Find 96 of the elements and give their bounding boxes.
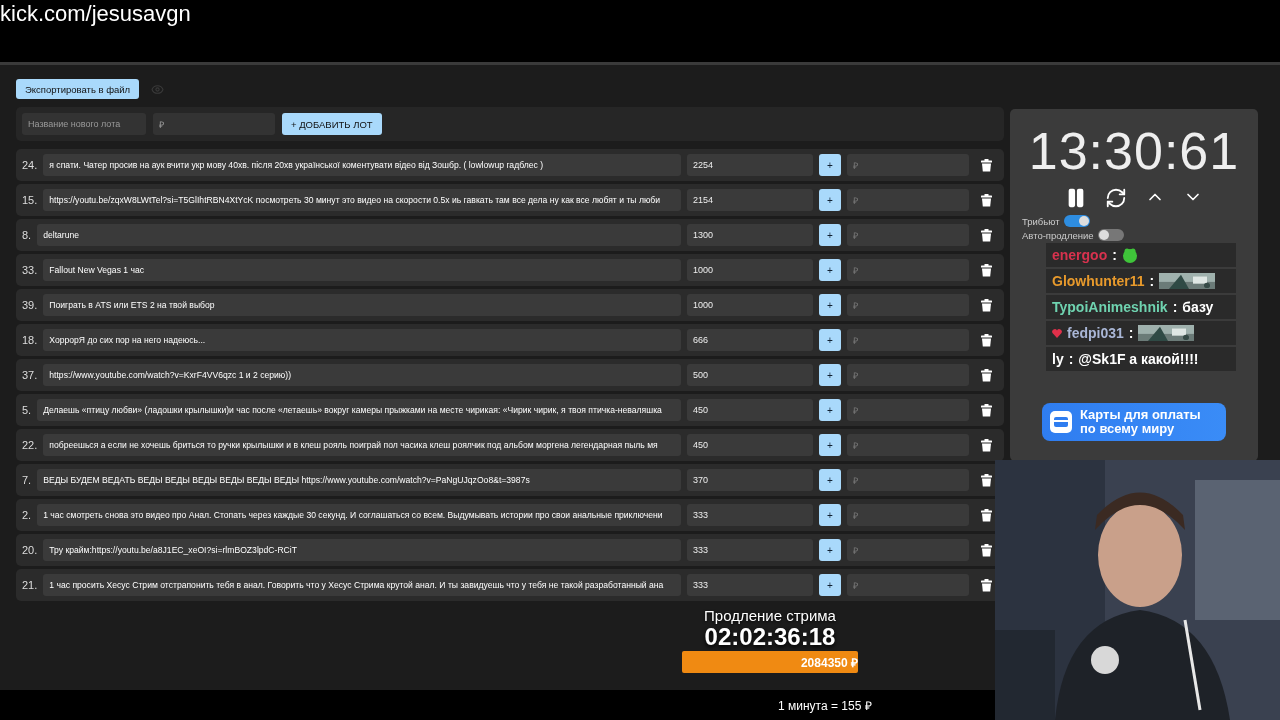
add-amount-button[interactable]: + (819, 574, 841, 596)
amount-field[interactable]: 450 (687, 399, 813, 421)
chat-username: fedpi031 (1067, 325, 1124, 341)
lot-number: 24. (22, 159, 38, 171)
add-amount-button[interactable]: + (819, 224, 841, 246)
add-amount-button[interactable]: + (819, 434, 841, 456)
chat-username: energoo (1052, 247, 1108, 263)
trash-icon (981, 193, 992, 207)
add-amount-button[interactable]: + (819, 364, 841, 386)
ad-banner[interactable]: Карты для оплаты по всему миру (1042, 403, 1226, 441)
trash-icon (981, 438, 992, 452)
amount-field[interactable]: 450 (687, 434, 813, 456)
lot-number: 22. (22, 439, 38, 451)
add-amount-button[interactable]: + (819, 504, 841, 526)
amount-field[interactable]: 1300 (687, 224, 813, 246)
lot-title-field[interactable]: https://www.youtube.com/watch?v=KxrF4VV6qzc 1 и 2 серию)) (43, 364, 681, 386)
extension-title: Продление стрима (704, 607, 836, 624)
lot-number: 5. (22, 404, 32, 416)
lot-title-field[interactable]: побреешься а если не хочешь бриться то ручки крылышки и в клеш рояль поиграй пол часика клеш роялчик под альбом моргена легендарная пыль мя (43, 434, 681, 456)
toggle-label: Авто-продление (1022, 229, 1094, 241)
lot-title-field[interactable]: 1 час смотреть снова это видео про Анал. Стопать через каждые 30 секунд. И соглашаться со всем. Выдумывать истории про свои анальные приключени (37, 504, 681, 526)
amount-field[interactable]: 2154 (687, 189, 813, 211)
add-amount-button[interactable]: + (819, 259, 841, 281)
trash-icon (981, 578, 992, 592)
lot-number: 2. (22, 509, 32, 521)
add-amount-button[interactable]: + (819, 294, 841, 316)
add-amount-button[interactable]: + (819, 539, 841, 561)
lot-title-field[interactable]: Делаешь «птицу любви» (ладошки крылышки)и час после «летаешь» вокруг камеры прыжками на месте чирикая: «Чирик чирик, я твоя птичка-неваляшка (37, 399, 681, 421)
trash-icon (981, 508, 992, 522)
lot-number: 33. (22, 264, 38, 276)
rate-text: 1 минута = 155 ₽ (778, 697, 872, 714)
extension-timer: 02:02:36:18 (704, 624, 836, 650)
toggle-switch[interactable] (1097, 229, 1124, 241)
trash-icon (981, 158, 992, 172)
reset-button[interactable] (1105, 187, 1127, 209)
lot-title-field[interactable]: Тру крайм:https://youtu.be/a8J1EC_xeOI?si=rlmBOZ3lpdC-RCiT (43, 539, 681, 561)
toggle-label: Трибьют (1022, 215, 1060, 227)
chat-text: @Sk1F а какой!!!! (1078, 351, 1199, 367)
lot-title-field[interactable]: 1 час просить Хесус Стрим отстрапонить тебя в анал. Говорить что у Хесус Стрима крутой анал. И ты завидуешь что у тебя не такой разработанный ана (43, 574, 681, 596)
add-lot-button[interactable]: + ДОБАВИТЬ ЛОТ (282, 113, 382, 135)
total-bar: 2084350 ₽ (682, 651, 858, 673)
trash-icon (981, 228, 992, 242)
chat-separator: : (1149, 273, 1155, 289)
price-field[interactable]: ₽ (153, 113, 275, 135)
lot-name-field[interactable]: Название нового лота (22, 113, 146, 135)
lot-number: 15. (22, 194, 38, 206)
chat-username: Glowhunter11 (1052, 273, 1145, 289)
lot-title-field[interactable]: ВЕДЫ БУДЕМ ВЕДАТЬ ВЕДЫ ВЕДЫ ВЕДЫ ВЕДЫ ВЕДЫ ВЕДЫ https://www.youtube.com/watch?v=PaNgUJqzOo8&t=3987s (37, 469, 681, 491)
lot-title-field[interactable]: deltarune (37, 224, 681, 246)
amount-field[interactable]: 500 (687, 364, 813, 386)
add-amount-button[interactable]: + (819, 469, 841, 491)
lot-title-field[interactable]: Fallout New Vegas 1 час (43, 259, 681, 281)
chat-separator: : (1112, 247, 1117, 263)
add-amount-button[interactable]: + (819, 329, 841, 351)
lot-number: 7. (22, 474, 32, 486)
frog-emote-icon (1121, 247, 1138, 263)
trash-icon (981, 403, 992, 417)
chat-text: базу (1182, 299, 1214, 315)
trash-icon (981, 473, 992, 487)
trash-icon (981, 333, 992, 347)
export-button[interactable]: Экспортировать в файл (16, 79, 140, 99)
lot-number: 18. (22, 334, 38, 346)
lot-number: 21. (22, 579, 38, 591)
chat-username: ly (1052, 351, 1064, 367)
chat-separator: : (1068, 351, 1074, 367)
trash-icon (981, 368, 992, 382)
add-amount-button[interactable]: + (819, 154, 841, 176)
lot-number: 37. (22, 369, 38, 381)
chat-separator: : (1128, 325, 1134, 341)
trash-icon (981, 263, 992, 277)
amount-field[interactable]: 2254 (687, 154, 813, 176)
amount-field[interactable]: 333 (687, 539, 813, 561)
lot-number: 8. (22, 229, 32, 241)
timer: 13:30:61 (1028, 121, 1240, 181)
add-amount-button[interactable]: + (819, 189, 841, 211)
chat-separator: : (1172, 299, 1178, 315)
lot-title-field[interactable]: ХоррорЯ до сих пор на него надеюсь... (43, 329, 681, 351)
channel-address: kick.com/jesusavgn (0, 0, 191, 28)
chat-username: TypoiAnimeshnik (1052, 299, 1168, 315)
lot-number: 39. (22, 299, 38, 311)
amount-field[interactable]: 1000 (687, 259, 813, 281)
lot-title-field[interactable]: Поиграть в ATS или ETS 2 на твой выбор (43, 294, 681, 316)
lot-title-field[interactable]: я спати. Чатер просив на аук вчити укр мову 40хв. після 20хв української коментувати відео від Зошбр. ( lowlowup гадблес ) (43, 154, 681, 176)
toggle-switch[interactable] (1063, 215, 1090, 227)
lot-number: 20. (22, 544, 38, 556)
amount-field[interactable]: 333 (687, 574, 813, 596)
add-amount-button[interactable]: + (819, 399, 841, 421)
amount-field[interactable]: 666 (687, 329, 813, 351)
amount-field[interactable]: 333 (687, 504, 813, 526)
lot-title-field[interactable]: https://youtu.be/zqxW8LWtTel?si=T5GlIhtRBN4XtYcK посмотреть 30 минут это видео на скорости 0.5х иь гавкать там все дела ну как все любят и ты люби (43, 189, 681, 211)
amount-field[interactable]: 1000 (687, 294, 813, 316)
trash-icon (981, 298, 992, 312)
card-icon (1050, 411, 1072, 433)
banner-text: Карты для оплаты по всему миру (1080, 408, 1201, 436)
amount-field[interactable]: 370 (687, 469, 813, 491)
trash-icon (981, 543, 992, 557)
